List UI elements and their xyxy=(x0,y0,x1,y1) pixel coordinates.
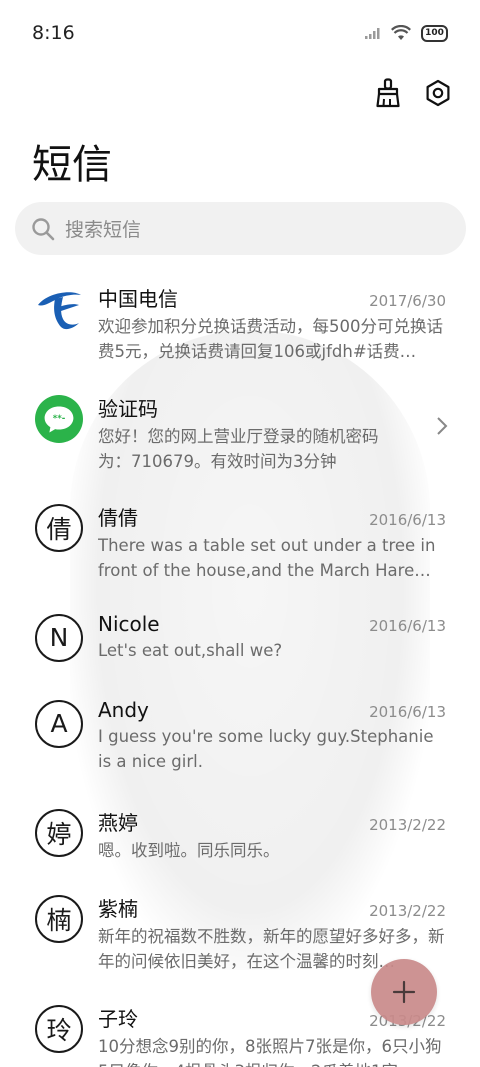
avatar: 楠 xyxy=(35,895,83,943)
message-snippet: I guess you're some lucky guy.Stephanie … xyxy=(98,726,434,771)
contact-name: 紫楠 xyxy=(98,897,138,921)
message-date: 2013/2/22 xyxy=(369,816,446,834)
search-placeholder: 搜索短信 xyxy=(65,219,142,241)
plus-icon xyxy=(392,980,416,1004)
message-snippet: There was a table set out under a tree i… xyxy=(98,536,436,580)
chevron-right-icon[interactable] xyxy=(436,416,448,436)
status-icons: 100 xyxy=(365,24,448,42)
conversation-item[interactable]: A Andy 2016/6/13 I guess you're some luc… xyxy=(0,687,480,797)
contact-name: 倩倩 xyxy=(98,506,138,530)
avatar: A xyxy=(35,699,83,748)
conversation-item[interactable]: N Nicole 2016/6/13 Let's eat out,shall w… xyxy=(0,601,480,687)
settings-button[interactable] xyxy=(424,76,452,110)
signal-icon xyxy=(365,28,380,39)
message-date: 2017/6/30 xyxy=(369,292,446,310)
message-date: 2013/2/22 xyxy=(369,902,446,920)
contact-name: 燕婷 xyxy=(98,811,138,835)
message-date: 2016/6/13 xyxy=(369,511,446,529)
search-input[interactable]: 搜索短信 xyxy=(15,202,466,255)
message-snippet: Let's eat out,shall we? xyxy=(98,640,283,660)
search-icon xyxy=(32,217,55,240)
message-snippet: 欢迎参加积分兑换话费活动，每500分可兑换话费5元，兑换话费请回复106或jfd… xyxy=(98,317,443,361)
avatar: **- xyxy=(35,394,83,443)
contact-name: 子玲 xyxy=(98,1006,138,1031)
status-time: 8:16 xyxy=(32,22,75,44)
brush-icon xyxy=(376,78,400,108)
contact-name: Andy xyxy=(98,697,149,722)
battery-icon: 100 xyxy=(421,24,448,42)
conversation-item[interactable]: 婷 燕婷 2013/2/22 嗯。收到啦。同乐同乐。 xyxy=(0,796,480,882)
china-telecom-logo-icon xyxy=(38,292,81,330)
message-bubble-icon: **- xyxy=(35,394,83,443)
conversation-content: 燕婷 2013/2/22 嗯。收到啦。同乐同乐。 xyxy=(98,807,446,863)
message-snippet: 您好！您的网上营业厅登录的随机密码为：710679。有效时间为3分钟 xyxy=(98,426,379,471)
avatar: 倩 xyxy=(35,504,83,552)
conversation-item[interactable]: 倩 倩倩 2016/6/13 There was a table set out… xyxy=(0,491,480,601)
svg-text:**-: **- xyxy=(53,413,66,423)
clean-brush-button[interactable] xyxy=(374,76,402,110)
status-bar: 8:16 100 xyxy=(0,0,480,66)
message-date: 2016/6/13 xyxy=(369,616,446,635)
top-actions xyxy=(374,76,452,110)
message-snippet: 10分想念9别的你，8张照片7张是你，6只小狗5只像你，4根骨头3根归你，2爪着… xyxy=(98,1036,442,1067)
conversation-item[interactable]: **- 验证码 您好！您的网上营业厅登录的随机密码为：710679。有效时间为3… xyxy=(0,382,480,492)
conversation-content: Nicole 2016/6/13 Let's eat out,shall we? xyxy=(98,612,446,663)
avatar: 婷 xyxy=(35,809,83,857)
conversation-content: 验证码 您好！您的网上营业厅登录的随机密码为：710679。有效时间为3分钟 xyxy=(98,393,446,474)
avatar: N xyxy=(35,613,83,662)
new-message-button[interactable] xyxy=(371,959,437,1025)
conversation-content: Andy 2016/6/13 I guess you're some lucky… xyxy=(98,698,446,774)
conversation-content: 中国电信 2017/6/30 欢迎参加积分兑换话费活动，每500分可兑换话费5元… xyxy=(98,283,446,364)
page-title: 短信 xyxy=(32,142,112,188)
wifi-icon xyxy=(391,25,411,40)
gear-icon xyxy=(426,79,450,107)
avatar: 玲 xyxy=(35,1004,83,1053)
conversation-content: 倩倩 2016/6/13 There was a table set out u… xyxy=(98,502,446,583)
contact-name: Nicole xyxy=(98,611,160,636)
message-snippet: 嗯。收到啦。同乐同乐。 xyxy=(98,841,280,860)
conversation-item[interactable]: 中国电信 2017/6/30 欢迎参加积分兑换话费活动，每500分可兑换话费5元… xyxy=(0,272,480,382)
contact-name: 中国电信 xyxy=(98,287,178,311)
contact-name: 验证码 xyxy=(98,396,158,421)
conversation-list: 中国电信 2017/6/30 欢迎参加积分兑换话费活动，每500分可兑换话费5元… xyxy=(0,272,480,1067)
message-date: 2016/6/13 xyxy=(369,702,446,721)
avatar xyxy=(35,285,83,333)
